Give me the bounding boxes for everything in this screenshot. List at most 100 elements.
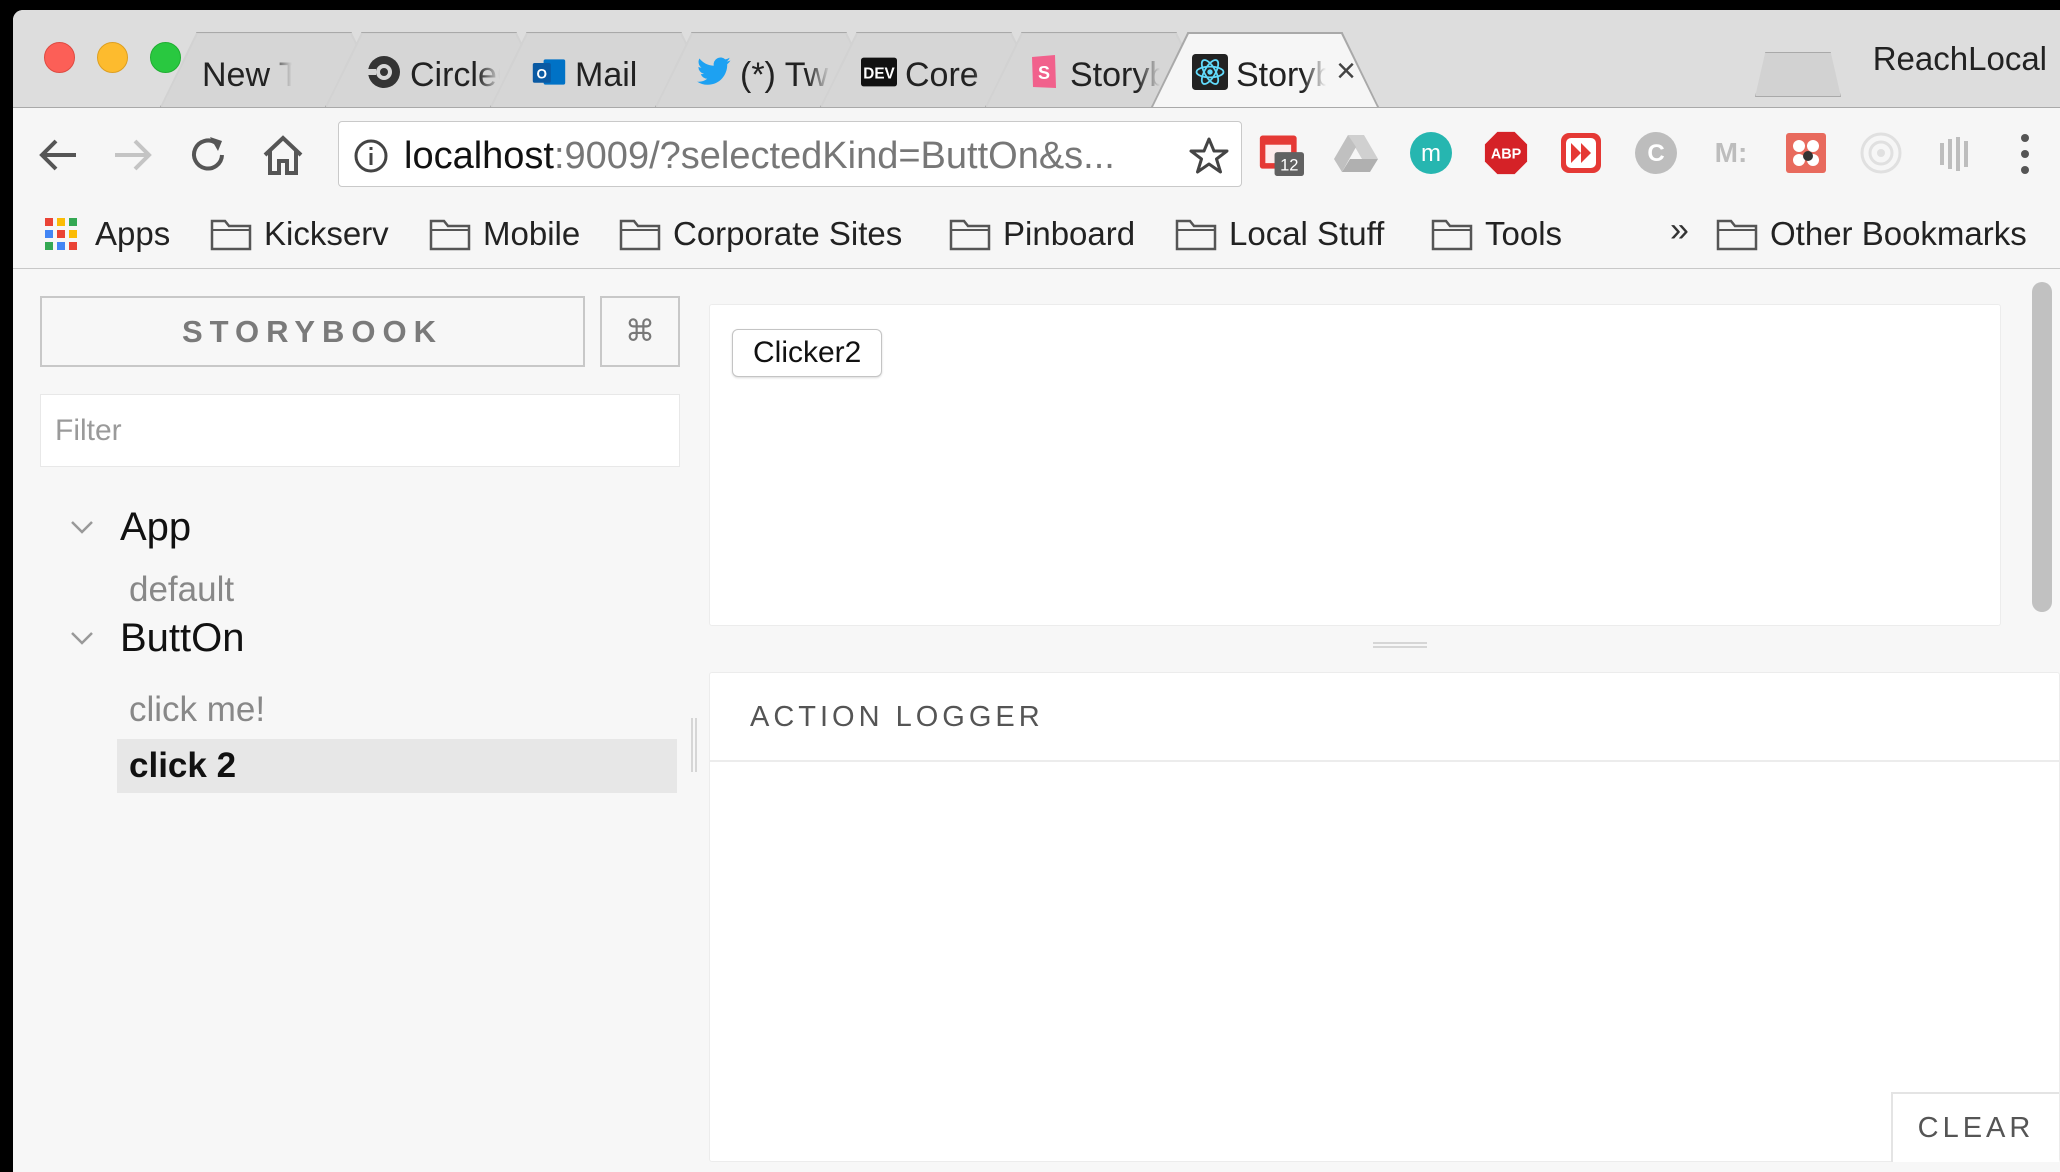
m-colon-label: M: <box>1714 137 1748 168</box>
browser-toolbar: localhost:9009/?selectedKind=ButtOn&s...… <box>13 107 2060 199</box>
tab-close-icon[interactable]: × <box>1331 54 1361 88</box>
tab-title: Mail <box>575 56 638 94</box>
profile-name[interactable]: ReachLocal <box>1873 40 2047 78</box>
clicker2-button[interactable]: Clicker2 <box>732 329 883 377</box>
back-arrow-icon <box>39 139 76 171</box>
tab-title: (*) Twitter <box>740 56 830 94</box>
kind-label: ButtOn <box>120 615 245 660</box>
forward-button[interactable] <box>108 130 158 180</box>
bookmark-folder-corporate-sites[interactable]: Corporate Sites <box>619 213 902 255</box>
url-host: localhost <box>404 135 554 177</box>
apps-grid-icon <box>45 218 77 250</box>
forward-extension-icon[interactable] <box>1558 130 1604 176</box>
bookmark-star-icon[interactable] <box>1189 136 1229 176</box>
reload-button[interactable] <box>183 130 233 180</box>
bookmark-label: Other Bookmarks <box>1770 215 2027 252</box>
browser-menu-icon[interactable] <box>2013 130 2037 178</box>
address-bar[interactable]: localhost:9009/?selectedKind=ButtOn&s... <box>338 121 1242 187</box>
forward-arrow-icon <box>115 139 152 171</box>
svg-text:O: O <box>537 66 548 81</box>
adblock-plus-icon[interactable]: ABP <box>1483 130 1529 176</box>
sidebar-resize-handle[interactable] <box>691 718 697 772</box>
story-click-2[interactable]: click 2 <box>117 739 677 793</box>
tab-strip: New Tab × CircleCI × O Mail × (*) Twitte… <box>13 10 2060 107</box>
bookmarks-bar: Apps Kickserv Mobile Corporate Sites Pin… <box>13 199 2060 269</box>
info-icon <box>354 139 388 173</box>
window-close-button[interactable] <box>44 42 75 73</box>
bookmark-apps[interactable]: Apps <box>43 213 170 255</box>
back-button[interactable] <box>33 130 83 180</box>
bookmark-label: Kickserv <box>264 215 389 252</box>
bars-extension-icon[interactable] <box>1933 130 1979 176</box>
bookmark-folder-local-stuff[interactable]: Local Stuff <box>1175 213 1384 255</box>
bookmark-label: Apps <box>95 215 171 252</box>
tab-title: CircleCI <box>410 56 500 94</box>
twitter-icon <box>696 54 732 90</box>
folder-icon <box>1175 219 1217 251</box>
filter-input[interactable] <box>40 394 680 467</box>
calendar-badge: 12 <box>1280 155 1298 174</box>
folder-icon <box>1431 219 1473 251</box>
storybook-title-button[interactable]: STORYBOOK <box>40 296 585 367</box>
bookmark-label: Tools <box>1485 215 1563 252</box>
tab-storybook-active[interactable]: Storybook × <box>1151 32 1379 107</box>
tab-title: Core <box>905 56 979 94</box>
panel-resize-handle[interactable] <box>1373 642 1427 648</box>
clear-button[interactable]: CLEAR <box>1891 1092 2059 1162</box>
action-logger-header: ACTION LOGGER <box>710 673 2059 762</box>
url-path: :9009/?selectedKind=ButtOn&s... <box>553 135 1115 177</box>
bookmark-folder-tools[interactable]: Tools <box>1431 213 1562 255</box>
svg-text:S: S <box>1038 63 1050 83</box>
shortcuts-button[interactable]: ⌘ <box>600 296 680 367</box>
preview-scrollbar[interactable] <box>2032 282 2052 612</box>
home-icon <box>263 135 303 175</box>
url-text[interactable]: localhost:9009/?selectedKind=ButtOn&s... <box>404 135 1115 178</box>
kind-app[interactable]: App <box>68 502 191 552</box>
story-preview-pane: Clicker2 <box>709 304 2001 626</box>
home-button[interactable] <box>258 130 308 180</box>
tab-title: Storybook <box>1070 56 1160 94</box>
m-extension-icon[interactable]: m <box>1408 130 1454 176</box>
m-colon-extension-icon[interactable]: M: <box>1708 130 1754 176</box>
action-logger-panel: ACTION LOGGER CLEAR <box>709 672 2060 1162</box>
target-extension-icon[interactable] <box>1858 130 1904 176</box>
chevron-down-icon <box>71 521 93 534</box>
bookmark-folder-pinboard[interactable]: Pinboard <box>949 213 1135 255</box>
story-click-me[interactable]: click me! <box>117 683 677 737</box>
bookmark-label: Pinboard <box>1003 215 1136 252</box>
react-icon <box>1192 54 1228 90</box>
storybook-app: STORYBOOK ⌘ App default ButtOn click me!… <box>13 270 2060 1172</box>
dev-icon: DEV <box>861 54 897 90</box>
folder-icon <box>949 219 991 251</box>
kind-button[interactable]: ButtOn <box>68 613 245 663</box>
folder-icon <box>429 219 471 251</box>
c-extension-label: C <box>1647 140 1664 167</box>
c-extension-icon[interactable]: C <box>1633 130 1679 176</box>
drive-extension-icon[interactable] <box>1333 130 1379 176</box>
bookmark-label: Corporate Sites <box>673 215 903 252</box>
story-default[interactable]: default <box>117 563 677 617</box>
circleci-icon <box>366 54 402 90</box>
action-logger-tab[interactable]: ACTION LOGGER <box>750 701 1044 734</box>
bookmark-folder-mobile[interactable]: Mobile <box>429 213 580 255</box>
storybook-icon: S <box>1026 54 1062 90</box>
outlook-icon: O <box>531 54 567 90</box>
bookmark-folder-other-bookmarks[interactable]: Other Bookmarks <box>1716 213 2027 255</box>
m-extension-label: m <box>1421 140 1441 167</box>
new-tab-button[interactable] <box>1755 52 1841 97</box>
tab-title: New Tab <box>202 56 292 94</box>
reload-icon <box>192 137 224 171</box>
folder-icon <box>210 219 252 251</box>
folder-icon <box>619 219 661 251</box>
calendar-extension-icon[interactable]: 12 <box>1258 130 1304 176</box>
abp-label: ABP <box>1491 147 1522 163</box>
svg-text:DEV: DEV <box>863 65 895 82</box>
bookmarks-overflow-button[interactable]: » <box>1670 211 1689 250</box>
kind-label: App <box>120 504 192 549</box>
bookmark-folder-kickserv[interactable]: Kickserv <box>210 213 389 255</box>
tab-title: Storybook <box>1236 56 1326 94</box>
bug-extension-icon[interactable] <box>1783 130 1829 176</box>
window-minimize-button[interactable] <box>97 42 128 73</box>
chevron-down-icon <box>71 632 93 645</box>
bookmark-label: Local Stuff <box>1229 215 1385 252</box>
